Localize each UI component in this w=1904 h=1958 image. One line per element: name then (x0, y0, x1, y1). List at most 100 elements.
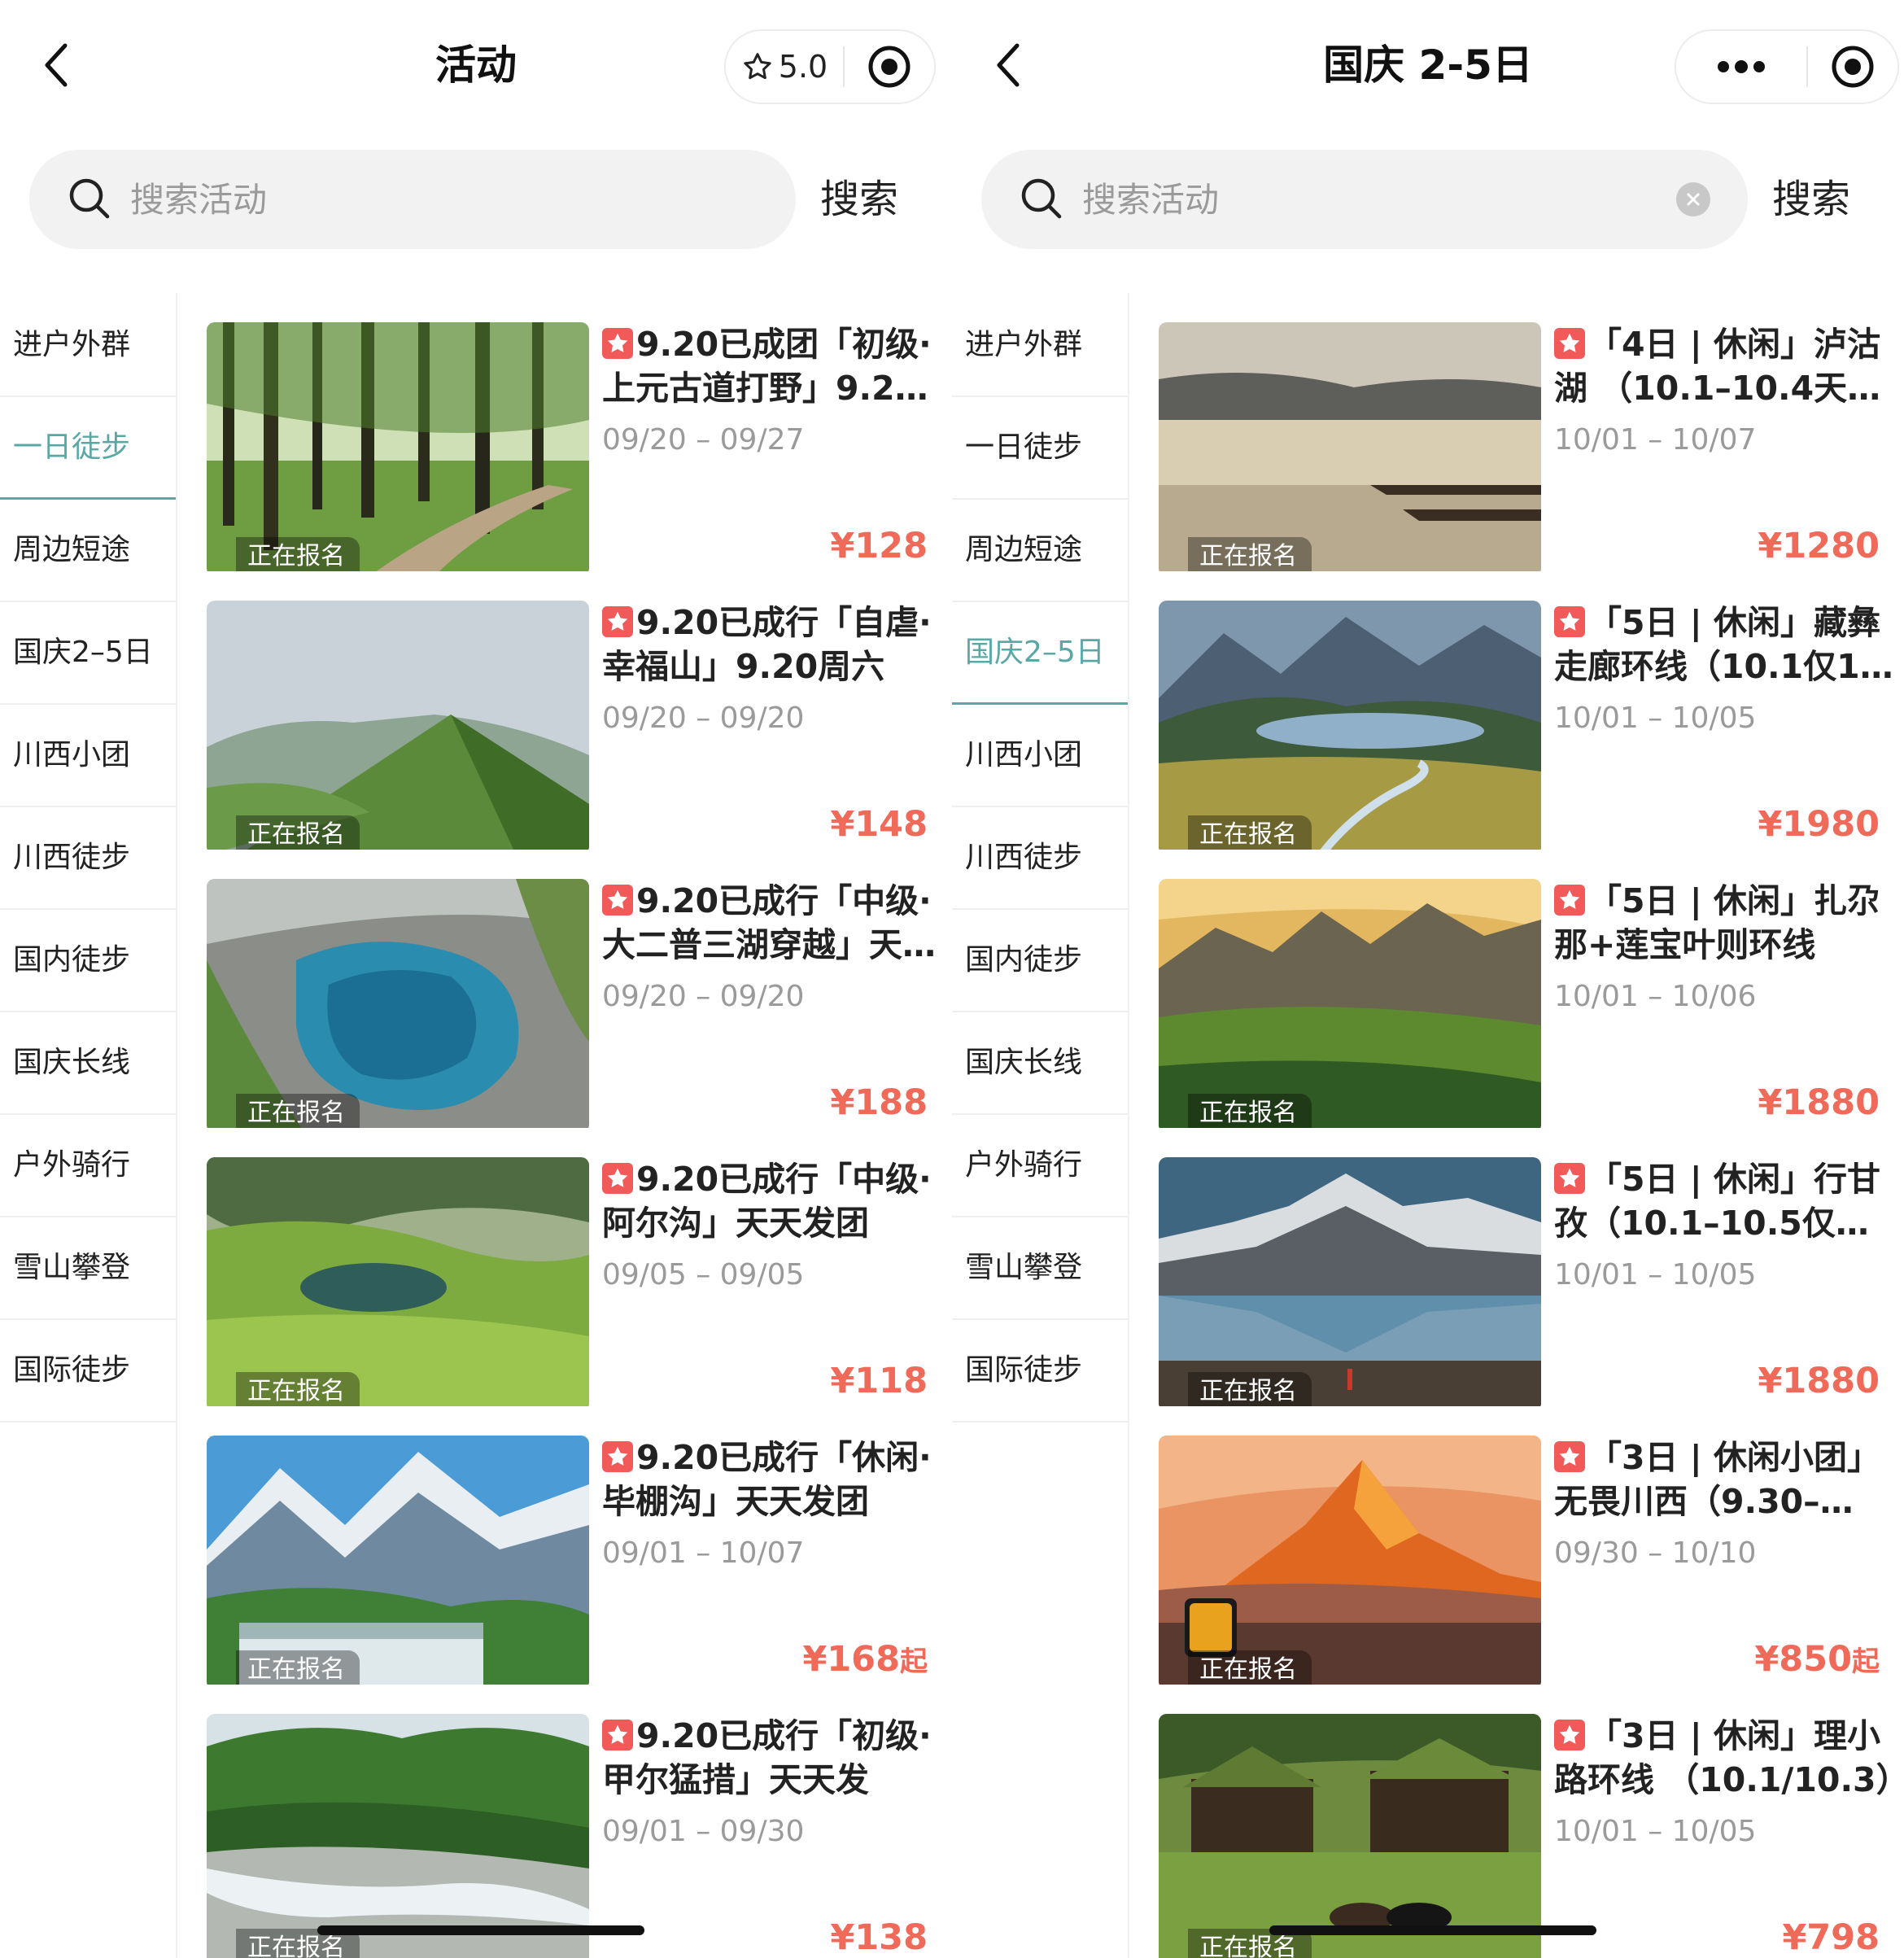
activity-thumbnail: 正在报名 (207, 322, 589, 576)
sidebar-item-group[interactable]: 进户外群 (952, 295, 1128, 397)
activity-thumbnail: 正在报名 (207, 601, 589, 854)
activity-price: ¥168起 (802, 1639, 928, 1680)
activity-dates: 09/01 – 09/30 (602, 1815, 805, 1848)
sidebar-item-west-sichuan-hike[interactable]: 川西徒步 (952, 807, 1128, 910)
activity-card[interactable]: 正在报名 「4日 | 休闲」泸沽湖 （10.1–10.4天天发团） 10/01 … (1129, 293, 1904, 576)
more-button[interactable] (1676, 31, 1806, 103)
home-indicator[interactable] (317, 1925, 644, 1935)
close-program-button[interactable] (1808, 31, 1897, 103)
search-bar (29, 150, 796, 249)
sidebar-item-cycling[interactable]: 户外骑行 (952, 1115, 1128, 1217)
star-badge-icon (602, 885, 633, 916)
activity-thumbnail: 正在报名 (207, 879, 589, 1133)
activity-dates: 09/30 – 10/10 (1554, 1536, 1757, 1570)
sidebar-item-west-sichuan-group[interactable]: 川西小团 (0, 705, 176, 807)
sidebar-item-day-hike[interactable]: 一日徒步 (0, 397, 176, 500)
search-input[interactable] (130, 169, 732, 229)
sidebar-item-short-trip[interactable]: 周边短途 (0, 500, 176, 602)
activity-dates: 10/01 – 10/05 (1554, 1258, 1757, 1291)
search-button[interactable]: 搜索 (1772, 171, 1850, 228)
status-badge: 正在报名 (1188, 1650, 1312, 1689)
activity-title: 9.20已成行「中级·阿尔沟」天天发团 (602, 1160, 932, 1243)
star-badge-icon (602, 1163, 633, 1194)
search-input[interactable] (1082, 169, 1684, 229)
activity-info: 9.20已成行「初级·甲尔猛措」天天发 09/01 – 09/30 ¥138 (602, 1714, 944, 1958)
activity-card[interactable]: 正在报名 「5日 | 休闲」藏彝走廊环线（10.1仅1团） 10/01 – 10… (1129, 571, 1904, 854)
activity-info: 「5日 | 休闲」扎尕那+莲宝叶则环线 10/01 – 10/06 ¥1880 (1554, 879, 1896, 1133)
activity-thumbnail: 正在报名 (1159, 1436, 1541, 1689)
activity-title: 9.20已成行「休闲·毕棚沟」天天发团 (602, 1438, 932, 1521)
sidebar-item-domestic-hike[interactable]: 国内徒步 (952, 910, 1128, 1012)
activity-price: ¥798 (1782, 1917, 1880, 1958)
chevron-left-icon (45, 43, 68, 87)
activity-card[interactable]: 正在报名 9.20已成团「初级·上元古道打野」9.20周六 09/20 – 09… (177, 293, 952, 576)
back-button[interactable] (33, 36, 81, 94)
activity-thumbnail: 正在报名 (207, 1436, 589, 1689)
target-icon (1832, 46, 1874, 88)
activity-price: ¥128 (830, 526, 928, 566)
activity-card[interactable]: 正在报名 9.20已成行「休闲·毕棚沟」天天发团 09/01 – 10/07 ¥… (177, 1406, 952, 1689)
activity-title: 9.20已成行「自虐·幸福山」9.20周六 (602, 603, 932, 686)
activity-title: 「5日 | 休闲」行甘孜（10.1–10.5仅一团） (1554, 1160, 1881, 1243)
activity-price: ¥1880 (1758, 1361, 1880, 1401)
sidebar-item-national-day[interactable]: 国庆2–5日 (952, 602, 1128, 705)
close-program-button[interactable] (845, 31, 934, 103)
activity-card[interactable]: 正在报名 「5日 | 休闲」行甘孜（10.1–10.5仅一团） 10/01 – … (1129, 1128, 1904, 1411)
activity-dates: 10/01 – 10/05 (1554, 1815, 1757, 1848)
activity-thumbnail: 正在报名 (1159, 322, 1541, 576)
status-badge: 正在报名 (236, 1372, 360, 1411)
sidebar-item-national-long[interactable]: 国庆长线 (0, 1012, 176, 1115)
activities-screen: 活动 5.0 搜索 进户外群 一日徒步 周边短途 国庆2–5日 川西小团 川西徒… (0, 0, 952, 1958)
sidebar-item-cycling[interactable]: 户外骑行 (0, 1115, 176, 1217)
activity-price: ¥1880 (1758, 1082, 1880, 1123)
sidebar-item-intl-hike[interactable]: 国际徒步 (952, 1320, 1128, 1423)
nav-bar: 活动 5.0 (0, 0, 952, 138)
activity-card[interactable]: 正在报名 9.20已成行「初级·甲尔猛措」天天发 09/01 – 09/30 ¥… (177, 1685, 952, 1958)
activity-info: 「3日 | 休闲小团」无畏川西（9.30–10.10天天发） 09/30 – 1… (1554, 1436, 1896, 1689)
mini-program-capsule (1675, 29, 1899, 104)
activity-card[interactable]: 正在报名 9.20已成行「中级·大二普三湖穿越」天天发 09/20 – 09/2… (177, 850, 952, 1133)
activity-price: ¥148 (830, 804, 928, 845)
activity-dates: 09/05 – 09/05 (602, 1258, 805, 1291)
category-sidebar: 进户外群 一日徒步 周边短途 国庆2–5日 川西小团 川西徒步 国内徒步 国庆长… (0, 295, 176, 1423)
activity-price: ¥850起 (1754, 1639, 1880, 1680)
clear-icon[interactable] (1676, 182, 1710, 216)
sidebar-item-west-sichuan-hike[interactable]: 川西徒步 (0, 807, 176, 910)
activity-title: 「3日 | 休闲」理小路环线 （10.1/10.3） (1554, 1716, 1896, 1799)
activity-card[interactable]: 正在报名 「3日 | 休闲」理小路环线 （10.1/10.3） 10/01 – … (1129, 1685, 1904, 1958)
activity-price: ¥1980 (1758, 804, 1880, 845)
activity-dates: 09/20 – 09/20 (602, 701, 805, 735)
status-badge: 正在报名 (1188, 1094, 1312, 1133)
activity-card[interactable]: 正在报名 「5日 | 休闲」扎尕那+莲宝叶则环线 10/01 – 10/06 ¥… (1129, 850, 1904, 1133)
sidebar-item-domestic-hike[interactable]: 国内徒步 (0, 910, 176, 1012)
sidebar-item-national-day[interactable]: 国庆2–5日 (0, 602, 176, 705)
status-badge: 正在报名 (1188, 1372, 1312, 1411)
activity-card[interactable]: 正在报名 「3日 | 休闲小团」无畏川西（9.30–10.10天天发） 09/3… (1129, 1406, 1904, 1689)
activity-thumbnail: 正在报名 (1159, 601, 1541, 854)
search-button[interactable]: 搜索 (820, 171, 898, 228)
activity-card[interactable]: 正在报名 9.20已成行「中级·阿尔沟」天天发团 09/05 – 09/05 ¥… (177, 1128, 952, 1411)
home-indicator[interactable] (1269, 1925, 1596, 1935)
sidebar-item-day-hike[interactable]: 一日徒步 (952, 397, 1128, 500)
sidebar-item-snow-climb[interactable]: 雪山攀登 (0, 1217, 176, 1320)
activity-card[interactable]: 正在报名 9.20已成行「自虐·幸福山」9.20周六 09/20 – 09/20… (177, 571, 952, 854)
activity-thumbnail: 正在报名 (207, 1714, 589, 1958)
mini-program-capsule: 5.0 (724, 29, 936, 104)
sidebar-item-group[interactable]: 进户外群 (0, 295, 176, 397)
sidebar-item-short-trip[interactable]: 周边短途 (952, 500, 1128, 602)
sidebar-item-national-long[interactable]: 国庆长线 (952, 1012, 1128, 1115)
activity-thumbnail: 正在报名 (1159, 1714, 1541, 1958)
rating-value: 5.0 (778, 49, 828, 85)
back-button[interactable] (985, 36, 1033, 94)
activity-list: 正在报名 「4日 | 休闲」泸沽湖 （10.1–10.4天天发团） 10/01 … (1128, 293, 1904, 1958)
star-badge-icon (1554, 1441, 1585, 1472)
sidebar-item-snow-climb[interactable]: 雪山攀登 (952, 1217, 1128, 1320)
activity-info: 9.20已成行「自虐·幸福山」9.20周六 09/20 – 09/20 ¥148 (602, 601, 944, 854)
sidebar-item-west-sichuan-group[interactable]: 川西小团 (952, 705, 1128, 807)
star-badge-icon (1554, 1720, 1585, 1750)
status-badge: 正在报名 (236, 815, 360, 854)
star-badge-icon (1554, 328, 1585, 359)
rating-button[interactable]: 5.0 (726, 31, 843, 103)
sidebar-item-intl-hike[interactable]: 国际徒步 (0, 1320, 176, 1423)
activity-dates: 10/01 – 10/07 (1554, 423, 1757, 457)
